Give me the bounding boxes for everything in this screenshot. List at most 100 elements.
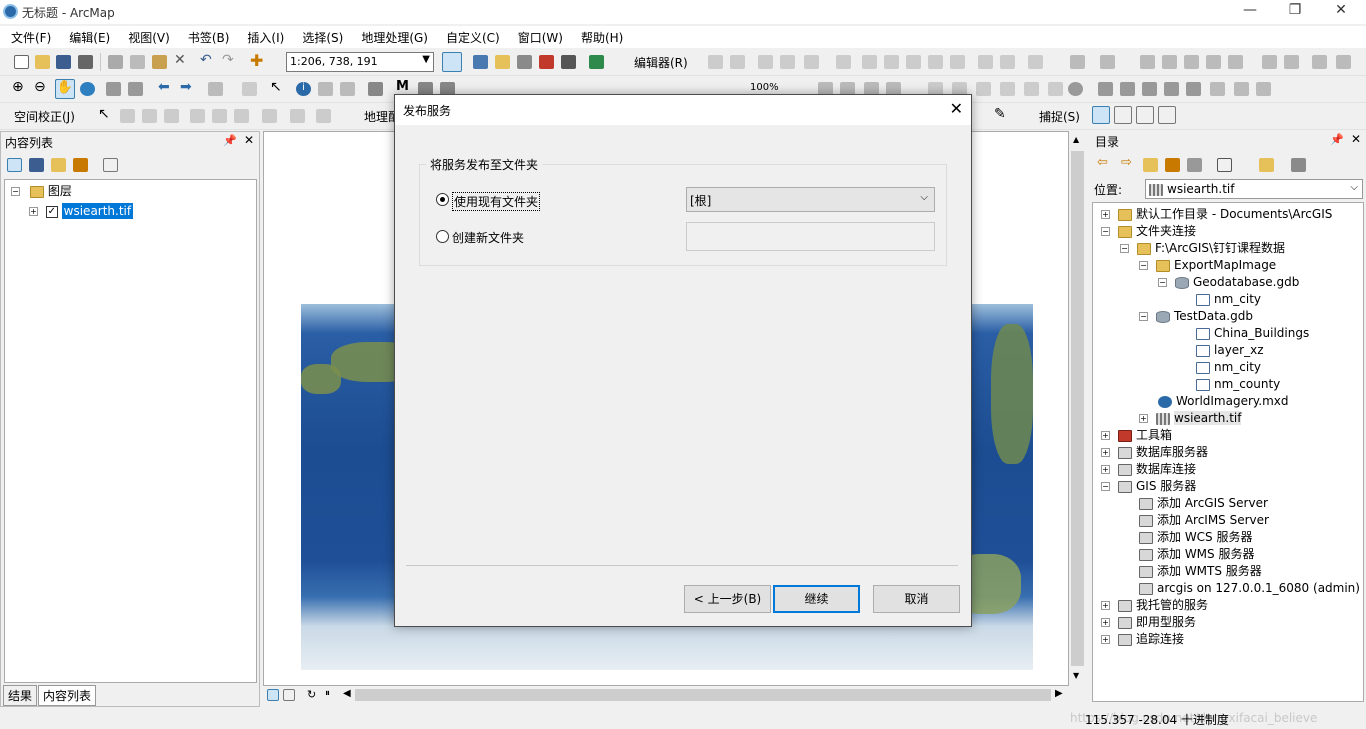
python-window-icon[interactable]: [561, 55, 576, 69]
raster-tool-icon[interactable]: [1098, 82, 1113, 96]
data-view-icon[interactable]: [267, 689, 279, 701]
menu-selection[interactable]: 选择(S): [291, 26, 350, 46]
select-elements-icon[interactable]: ↖: [270, 79, 285, 95]
back-icon[interactable]: ⇦: [1097, 155, 1112, 170]
point-icon[interactable]: [836, 55, 851, 69]
edit-vertices-icon[interactable]: [862, 55, 877, 69]
layer-row[interactable]: + ✓ wsiearth.tif: [29, 203, 134, 220]
rotate-icon[interactable]: [950, 55, 965, 69]
raster-erase-icon[interactable]: [1210, 82, 1225, 96]
clear-area-icon[interactable]: [234, 109, 249, 123]
save-icon[interactable]: [56, 55, 71, 69]
point-snapping-icon[interactable]: [1092, 106, 1110, 124]
map-horizontal-scrollbar[interactable]: ↻ ⏸ ◀ ▶: [263, 686, 1069, 704]
zoom-percent[interactable]: 100%: [750, 82, 779, 93]
validate-topology-icon[interactable]: [1162, 55, 1177, 69]
print-icon[interactable]: [78, 55, 93, 69]
back-extent-icon[interactable]: ⬅: [158, 79, 173, 95]
up-one-level-icon[interactable]: [1143, 158, 1158, 172]
arctoolbox-icon[interactable]: [539, 55, 554, 69]
toc-options-icon[interactable]: [103, 158, 118, 172]
raster-paint-icon[interactable]: [1234, 82, 1249, 96]
new-folder-input[interactable]: [686, 222, 935, 251]
cut-icon[interactable]: [108, 55, 123, 69]
clear-selection-icon[interactable]: [242, 82, 257, 96]
cut-polygons-icon[interactable]: [906, 55, 921, 69]
existing-folder-dropdown[interactable]: [根] ⌵: [686, 187, 935, 212]
open-icon[interactable]: [35, 55, 50, 69]
attributes-icon[interactable]: [978, 55, 993, 69]
delete-icon[interactable]: ✕: [174, 52, 189, 68]
hyperlink-icon[interactable]: [318, 82, 333, 96]
identify-icon[interactable]: i: [296, 82, 311, 96]
undo-icon[interactable]: ↶: [200, 52, 215, 68]
forward-extent-icon[interactable]: ➡: [180, 79, 195, 95]
georef-scale-icon[interactable]: [976, 82, 991, 96]
restore-button[interactable]: ❐: [1275, 2, 1315, 18]
redo-icon[interactable]: ↷: [222, 52, 237, 68]
model-builder-icon[interactable]: [589, 55, 604, 69]
pin-icon[interactable]: 📌: [223, 134, 237, 147]
zoom-in-icon[interactable]: ⊕: [12, 79, 27, 95]
table-of-contents-icon[interactable]: [473, 55, 488, 69]
create-new-folder-radio[interactable]: [436, 230, 449, 243]
menu-customize[interactable]: 自定义(C): [435, 26, 507, 46]
use-existing-folder-radio[interactable]: [436, 193, 449, 206]
split-icon[interactable]: [928, 55, 943, 69]
list-by-source-icon[interactable]: [29, 158, 44, 172]
continue-button[interactable]: 继续: [773, 585, 860, 613]
new-folder-icon[interactable]: [1259, 158, 1274, 172]
forward-icon[interactable]: ⇨: [1121, 155, 1136, 170]
attribute-transfer-icon[interactable]: [316, 109, 331, 123]
html-popup-icon[interactable]: [340, 82, 355, 96]
topology-edit-icon[interactable]: [1100, 55, 1115, 69]
raster-edit-icon[interactable]: [1120, 82, 1135, 96]
refresh-icon[interactable]: ↻: [307, 688, 322, 702]
map-scale-combobox[interactable]: 1:206, 738, 191 ▼: [286, 52, 434, 72]
menu-bookmarks[interactable]: 书签(B): [177, 26, 237, 46]
scroll-right-icon[interactable]: ▶: [1055, 688, 1070, 702]
edit-tool-icon[interactable]: [708, 55, 723, 69]
snapping-menu[interactable]: 捕捉(S): [1039, 108, 1080, 125]
copy-icon[interactable]: [130, 55, 145, 69]
map-topology-icon[interactable]: [1140, 55, 1155, 69]
dialog-close-icon[interactable]: ✕: [950, 99, 963, 118]
pause-drawing-icon[interactable]: ⏸: [325, 688, 340, 702]
topology-icon[interactable]: [1070, 55, 1085, 69]
pen-icon[interactable]: ✎: [994, 106, 1009, 122]
paste-icon[interactable]: [152, 55, 167, 69]
end-point-arc-icon[interactable]: [780, 55, 795, 69]
reshape-icon[interactable]: [884, 55, 899, 69]
list-by-drawing-order-icon[interactable]: [7, 158, 22, 172]
scroll-thumb[interactable]: [1071, 151, 1084, 666]
spatial-adjust-icon[interactable]: [1312, 55, 1327, 69]
select-pointer-icon[interactable]: ↖: [98, 106, 113, 122]
map-vertical-scrollbar[interactable]: ▲ ▼: [1069, 131, 1086, 686]
edit-annotation-icon[interactable]: [730, 55, 745, 69]
new-icon[interactable]: [14, 55, 29, 69]
sketch-properties-icon[interactable]: [1000, 55, 1015, 69]
layout-view-icon[interactable]: [283, 689, 295, 701]
create-features-icon[interactable]: [1028, 55, 1043, 69]
georef-add-control-icon[interactable]: [1000, 82, 1015, 96]
menu-geoprocessing[interactable]: 地理处理(G): [350, 26, 435, 46]
advanced-edit-icon[interactable]: [1336, 55, 1351, 69]
vertex-snapping-icon[interactable]: [1136, 106, 1154, 124]
georef-view-table-icon[interactable]: [1024, 82, 1039, 96]
new-displacement-link-icon[interactable]: [120, 109, 135, 123]
select-features-icon[interactable]: [208, 82, 223, 96]
tab-results[interactable]: 结果: [3, 685, 38, 706]
menu-insert[interactable]: 插入(I): [236, 26, 291, 46]
find-icon[interactable]: M: [396, 79, 411, 94]
layer-name[interactable]: wsiearth.tif: [61, 203, 134, 219]
modify-link-icon[interactable]: [142, 109, 157, 123]
tab-toc[interactable]: 内容列表: [38, 685, 97, 706]
pan-icon[interactable]: ✋: [55, 79, 75, 99]
expand-icon[interactable]: +: [29, 207, 38, 216]
spatial-adjustment-menu[interactable]: 空间校正(J): [14, 108, 75, 125]
identity-link-icon[interactable]: [190, 109, 205, 123]
create-new-folder-label[interactable]: 创建新文件夹: [452, 229, 524, 246]
straight-segment-icon[interactable]: [758, 55, 773, 69]
edge-snapping-icon[interactable]: [1158, 106, 1176, 124]
zoom-out-icon[interactable]: ⊖: [34, 79, 49, 95]
